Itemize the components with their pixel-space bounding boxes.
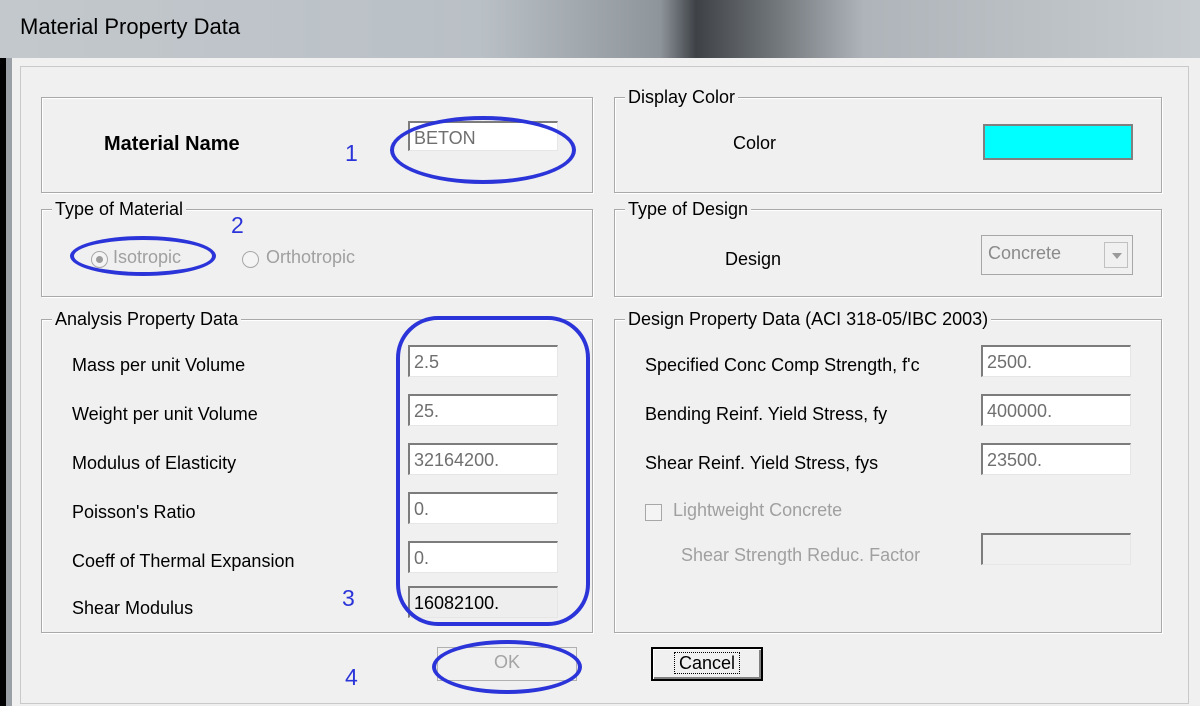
annotation-number-4: 4 — [345, 664, 358, 690]
fc-input[interactable]: 2500. — [981, 345, 1131, 377]
material-property-dialog: Material Name BETON Display Color Color … — [12, 58, 1200, 706]
design-property-legend: Design Property Data (ACI 318-05/IBC 200… — [625, 308, 992, 330]
thermal-label: Coeff of Thermal Expansion — [72, 551, 295, 571]
window-title: Material Property Data — [20, 14, 241, 39]
fys-input[interactable]: 23500. — [981, 443, 1131, 475]
design-select-value: Concrete — [988, 243, 1062, 263]
shear-modulus-label: Shear Modulus — [72, 598, 194, 618]
modulus-label: Modulus of Elasticity — [72, 453, 237, 473]
fys-label: Shear Reinf. Yield Stress, fys — [645, 453, 879, 473]
orthotropic-radio[interactable] — [242, 251, 259, 268]
color-swatch[interactable] — [983, 124, 1133, 160]
fy-label: Bending Reinf. Yield Stress, fy — [645, 404, 888, 424]
cancel-button-label: Cancel — [673, 652, 741, 674]
dialog-body: Material Name BETON Display Color Color … — [20, 66, 1189, 704]
display-color-legend: Display Color — [625, 86, 739, 108]
annotation-ellipse-analysis-values — [396, 316, 590, 626]
annotation-number-3: 3 — [342, 585, 355, 611]
design-select[interactable]: Concrete — [981, 235, 1133, 275]
design-property-group: Design Property Data (ACI 318-05/IBC 200… — [614, 308, 1162, 633]
design-label: Design — [725, 249, 782, 269]
type-of-design-group: Type of Design Design Concrete — [614, 198, 1162, 297]
type-of-design-legend: Type of Design — [625, 198, 752, 220]
annotation-ellipse-ok — [432, 640, 582, 694]
orthotropic-label[interactable]: Orthotropic — [266, 247, 355, 268]
display-color-group: Display Color Color — [614, 86, 1162, 193]
lightweight-label[interactable]: Lightweight Concrete — [673, 500, 842, 521]
fc-label: Specified Conc Comp Strength, f'c — [645, 355, 920, 375]
annotation-ellipse-material-name — [390, 116, 576, 184]
window-left-edge — [0, 58, 12, 706]
type-of-material-legend: Type of Material — [52, 198, 187, 220]
shear-reduc-input[interactable] — [981, 533, 1131, 565]
annotation-ellipse-isotropic — [70, 236, 216, 276]
annotation-number-1: 1 — [345, 140, 358, 166]
analysis-property-legend: Analysis Property Data — [52, 308, 242, 330]
annotation-number-2: 2 — [231, 212, 244, 238]
poisson-label: Poisson's Ratio — [72, 502, 196, 522]
chevron-down-icon[interactable] — [1104, 242, 1128, 268]
shear-reduc-label: Shear Strength Reduc. Factor — [681, 545, 921, 565]
weight-label: Weight per unit Volume — [72, 404, 258, 424]
cancel-button[interactable]: Cancel — [651, 647, 763, 681]
color-label: Color — [733, 133, 777, 153]
lightweight-checkbox[interactable] — [645, 504, 662, 521]
material-name-label: Material Name — [104, 133, 240, 155]
fy-input[interactable]: 400000. — [981, 394, 1131, 426]
mass-label: Mass per unit Volume — [72, 355, 246, 375]
title-bar: Material Property Data — [0, 0, 1200, 59]
